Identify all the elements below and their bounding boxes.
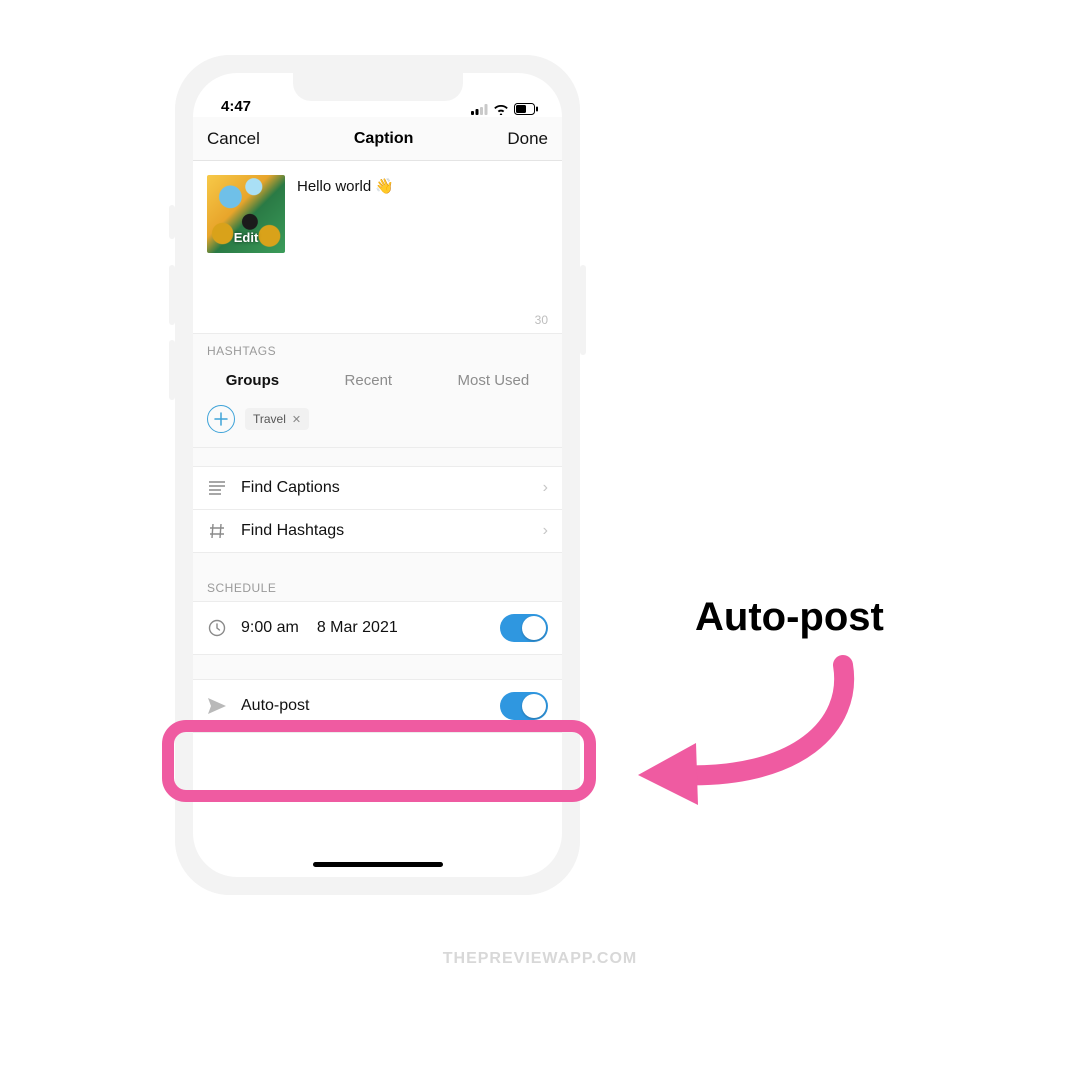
char-count: 30 bbox=[193, 311, 562, 333]
callout-label: Auto-post bbox=[695, 595, 884, 640]
add-hashtag-button[interactable] bbox=[207, 405, 235, 433]
hashtags-section-label: HASHTAGS bbox=[193, 333, 562, 364]
edit-photo-label: Edit bbox=[234, 230, 259, 245]
caption-input[interactable]: Hello world 👋 bbox=[297, 175, 394, 311]
list-icon bbox=[207, 481, 227, 495]
schedule-time: 9:00 am bbox=[241, 619, 299, 637]
hashtag-tabs: Groups Recent Most Used bbox=[193, 364, 562, 399]
navbar-title: Caption bbox=[354, 130, 414, 148]
autopost-toggle[interactable] bbox=[500, 692, 548, 720]
cellular-icon bbox=[471, 104, 488, 115]
cancel-button[interactable]: Cancel bbox=[207, 129, 260, 149]
phone-side-button bbox=[169, 265, 175, 325]
tab-most-used[interactable]: Most Used bbox=[458, 372, 530, 389]
schedule-date: 8 Mar 2021 bbox=[317, 619, 398, 637]
phone-side-button bbox=[169, 340, 175, 400]
hashtag-row: Travel ✕ bbox=[193, 399, 562, 448]
find-hashtags-row[interactable]: Find Hashtags › bbox=[193, 510, 562, 553]
find-hashtags-label: Find Hashtags bbox=[241, 522, 344, 540]
chevron-right-icon: › bbox=[543, 522, 548, 540]
phone-notch bbox=[293, 73, 463, 101]
photo-thumbnail[interactable]: Edit bbox=[207, 175, 285, 253]
find-captions-row[interactable]: Find Captions › bbox=[193, 466, 562, 510]
watermark: THEPREVIEWAPP.COM bbox=[443, 950, 638, 968]
status-icons bbox=[471, 103, 538, 115]
wifi-icon bbox=[493, 104, 509, 115]
schedule-toggle[interactable] bbox=[500, 614, 548, 642]
battery-icon bbox=[514, 103, 538, 115]
navbar: Cancel Caption Done bbox=[193, 117, 562, 161]
arrow-icon bbox=[618, 645, 878, 815]
clock-icon bbox=[207, 619, 227, 637]
phone-side-button bbox=[169, 205, 175, 239]
hashtag-icon bbox=[207, 523, 227, 539]
tab-groups[interactable]: Groups bbox=[226, 372, 279, 389]
autopost-row[interactable]: Auto-post bbox=[193, 679, 562, 733]
home-indicator bbox=[313, 862, 443, 867]
done-button[interactable]: Done bbox=[507, 129, 548, 149]
hashtag-chip-label: Travel bbox=[253, 412, 286, 426]
autopost-label: Auto-post bbox=[241, 697, 309, 715]
schedule-section-label: SCHEDULE bbox=[193, 571, 562, 601]
schedule-time-row[interactable]: 9:00 am 8 Mar 2021 bbox=[193, 601, 562, 655]
plus-icon bbox=[214, 412, 228, 426]
status-time: 4:47 bbox=[221, 98, 251, 115]
caption-area: Edit Hello world 👋 bbox=[193, 161, 562, 311]
find-captions-label: Find Captions bbox=[241, 479, 340, 497]
tab-recent[interactable]: Recent bbox=[345, 372, 393, 389]
phone-side-button bbox=[580, 265, 586, 355]
send-icon bbox=[207, 698, 227, 714]
chevron-right-icon: › bbox=[543, 479, 548, 497]
remove-hashtag-icon[interactable]: ✕ bbox=[292, 413, 301, 426]
phone-screen: 4:47 Cancel Caption Done Edit Hello worl… bbox=[193, 73, 562, 877]
phone-frame: 4:47 Cancel Caption Done Edit Hello worl… bbox=[175, 55, 580, 895]
hashtag-chip[interactable]: Travel ✕ bbox=[245, 408, 309, 430]
